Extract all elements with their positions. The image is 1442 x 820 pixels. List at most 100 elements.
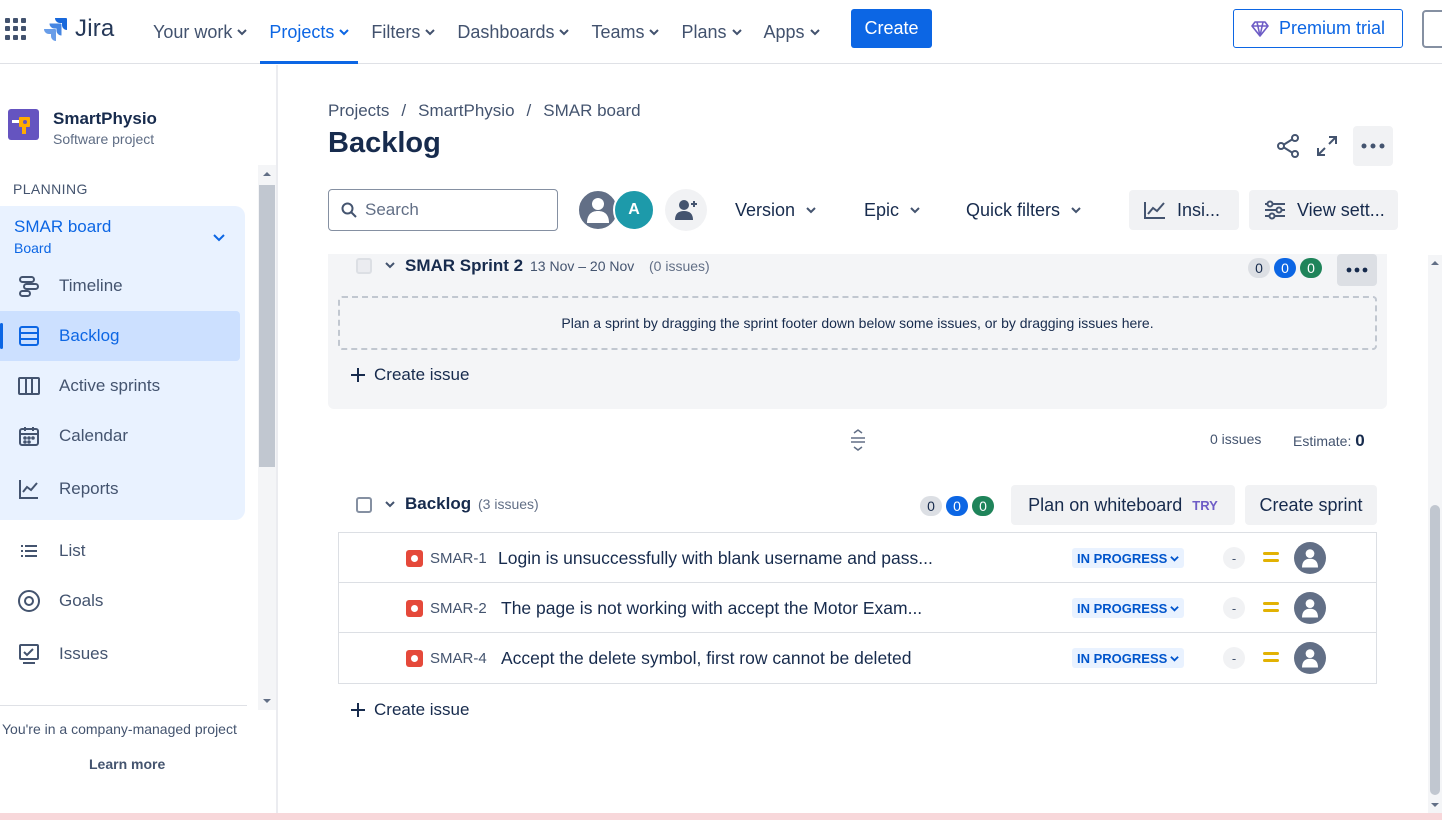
create-button[interactable]: Create [851,9,932,48]
assignee-avatar[interactable] [1294,542,1326,574]
backlog-status-counts: 0 0 0 [920,496,994,516]
backlog-issue-count: (3 issues) [478,496,539,512]
chevron-down-icon [559,29,570,36]
table-row[interactable]: SMAR-2 The page is not working with acce… [339,583,1376,633]
person-icon [1302,599,1318,618]
insights-button[interactable]: Insi... [1129,190,1239,230]
story-points-estimate[interactable]: - [1223,647,1245,669]
nav-projects[interactable]: Projects [258,0,360,64]
done-count-badge: 0 [1300,258,1322,278]
jira-logo[interactable]: Jira [42,15,114,43]
premium-trial-button[interactable]: Premium trial [1233,9,1403,48]
drag-handle-icon[interactable] [848,428,868,452]
sprint-checkbox[interactable] [356,258,372,274]
sprint-create-issue-button[interactable]: Create issue [350,365,469,385]
sidebar-item-calendar[interactable]: Calendar [0,411,240,461]
story-points-estimate[interactable]: - [1223,597,1245,619]
issue-summary[interactable]: The page is not working with accept the … [501,598,922,619]
top-navigation: Jira Your work Projects Filters Dashboar… [0,0,1442,64]
timeline-icon [16,273,42,299]
epic-filter[interactable]: Epic [864,190,921,230]
avatar-user-a[interactable]: A [613,189,655,231]
issue-summary[interactable]: Accept the delete symbol, first row cann… [501,648,912,669]
chevron-down-icon[interactable] [384,498,396,510]
scroll-up-icon[interactable] [258,167,276,181]
share-icon[interactable] [1275,133,1301,159]
breadcrumb: Projects / SmartPhysio / SMAR board [328,101,641,121]
table-row[interactable]: SMAR-4 Accept the delete symbol, first r… [339,633,1376,683]
priority-medium-icon [1263,651,1279,664]
sidebar-item-list[interactable]: List [0,526,240,576]
breadcrumb-project[interactable]: SmartPhysio [418,101,514,121]
version-filter[interactable]: Version [735,190,817,230]
breadcrumb-board[interactable]: SMAR board [543,101,640,121]
sidebar-item-active-sprints[interactable]: Active sprints [0,361,240,411]
sidebar-item-goals[interactable]: Goals [0,576,240,626]
more-icon [1346,267,1368,273]
search-input[interactable] [365,200,545,220]
chevron-down-icon [731,29,742,36]
chevron-down-icon[interactable] [384,259,396,271]
nav-filters[interactable]: Filters [360,0,446,64]
sprint-more-button[interactable] [1337,254,1377,286]
more-actions-button[interactable] [1353,126,1393,166]
app-switcher-icon[interactable] [5,18,27,40]
board-switcher-subtitle: Board [14,240,52,256]
sidebar-scroll-thumb[interactable] [259,185,275,467]
scroll-down-icon[interactable] [258,694,276,708]
scroll-down-icon[interactable] [1428,799,1442,811]
nav-dashboards[interactable]: Dashboards [446,0,580,64]
sprint-name: SMAR Sprint 2 [405,256,524,275]
board-switcher-title[interactable]: SMAR board [14,217,111,237]
more-icon [1361,143,1385,149]
nav-teams[interactable]: Teams [580,0,670,64]
calendar-icon [16,423,42,449]
sidebar-item-reports[interactable]: Reports [0,464,240,514]
sprint-status-counts: 0 0 0 [1248,258,1322,278]
backlog-create-issue-button[interactable]: Create issue [350,700,469,720]
backlog-search[interactable] [328,189,558,231]
main-scroll-thumb[interactable] [1430,505,1440,795]
sidebar-item-timeline[interactable]: Timeline [0,261,240,311]
scroll-up-icon[interactable] [1428,257,1442,269]
view-settings-button[interactable]: View sett... [1249,190,1398,230]
fullscreen-icon[interactable] [1315,134,1339,158]
create-sprint-button[interactable]: Create sprint [1245,485,1377,525]
learn-more-link[interactable]: Learn more [89,756,165,772]
story-points-estimate[interactable]: - [1223,547,1245,569]
issue-key[interactable]: SMAR-4 [430,650,487,667]
sidebar-item-backlog[interactable]: Backlog [0,311,240,361]
sidebar-item-issues[interactable]: Issues [0,629,240,679]
chevron-down-icon[interactable] [212,230,226,244]
sidebar-item-label: Active sprints [59,376,161,395]
add-people-button[interactable] [665,189,707,231]
assignee-avatar[interactable] [1294,642,1326,674]
plan-on-whiteboard-button[interactable]: Plan on whiteboard TRY [1011,485,1235,525]
status-badge[interactable]: IN PROGRESS [1072,598,1185,618]
nav-plans[interactable]: Plans [670,0,752,64]
main-scrollbar[interactable] [1428,255,1442,813]
assignee-avatar[interactable] [1294,592,1326,624]
global-search-input[interactable] [1422,10,1442,48]
header-actions [1275,126,1393,166]
board-columns-icon [16,373,42,399]
breadcrumb-projects[interactable]: Projects [328,101,389,121]
sprint-drop-zone[interactable]: Plan a sprint by dragging the sprint foo… [338,296,1377,350]
sprint-container: SMAR Sprint 2 13 Nov – 20 Nov (0 issues)… [328,254,1387,409]
issue-key[interactable]: SMAR-2 [430,600,487,617]
estimate-value: 0 [1355,431,1365,450]
status-badge[interactable]: IN PROGRESS [1072,548,1185,568]
backlog-checkbox[interactable] [356,497,372,513]
nav-apps[interactable]: Apps [753,0,831,64]
status-badge[interactable]: IN PROGRESS [1072,648,1185,668]
table-row[interactable]: SMAR-1 Login is unsuccessfully with blan… [339,533,1376,583]
quick-filters[interactable]: Quick filters [966,190,1082,230]
backlog-issue-list: SMAR-1 Login is unsuccessfully with blan… [338,532,1377,684]
issue-key[interactable]: SMAR-1 [430,550,487,567]
project-header[interactable]: SmartPhysio Software project [8,109,157,147]
backlog-title: Backlog [405,494,472,513]
issue-summary[interactable]: Login is unsuccessfully with blank usern… [498,548,933,569]
nav-your-work[interactable]: Your work [142,0,258,64]
sidebar-scrollbar[interactable] [258,165,276,710]
nav-label: Plans [681,21,727,42]
